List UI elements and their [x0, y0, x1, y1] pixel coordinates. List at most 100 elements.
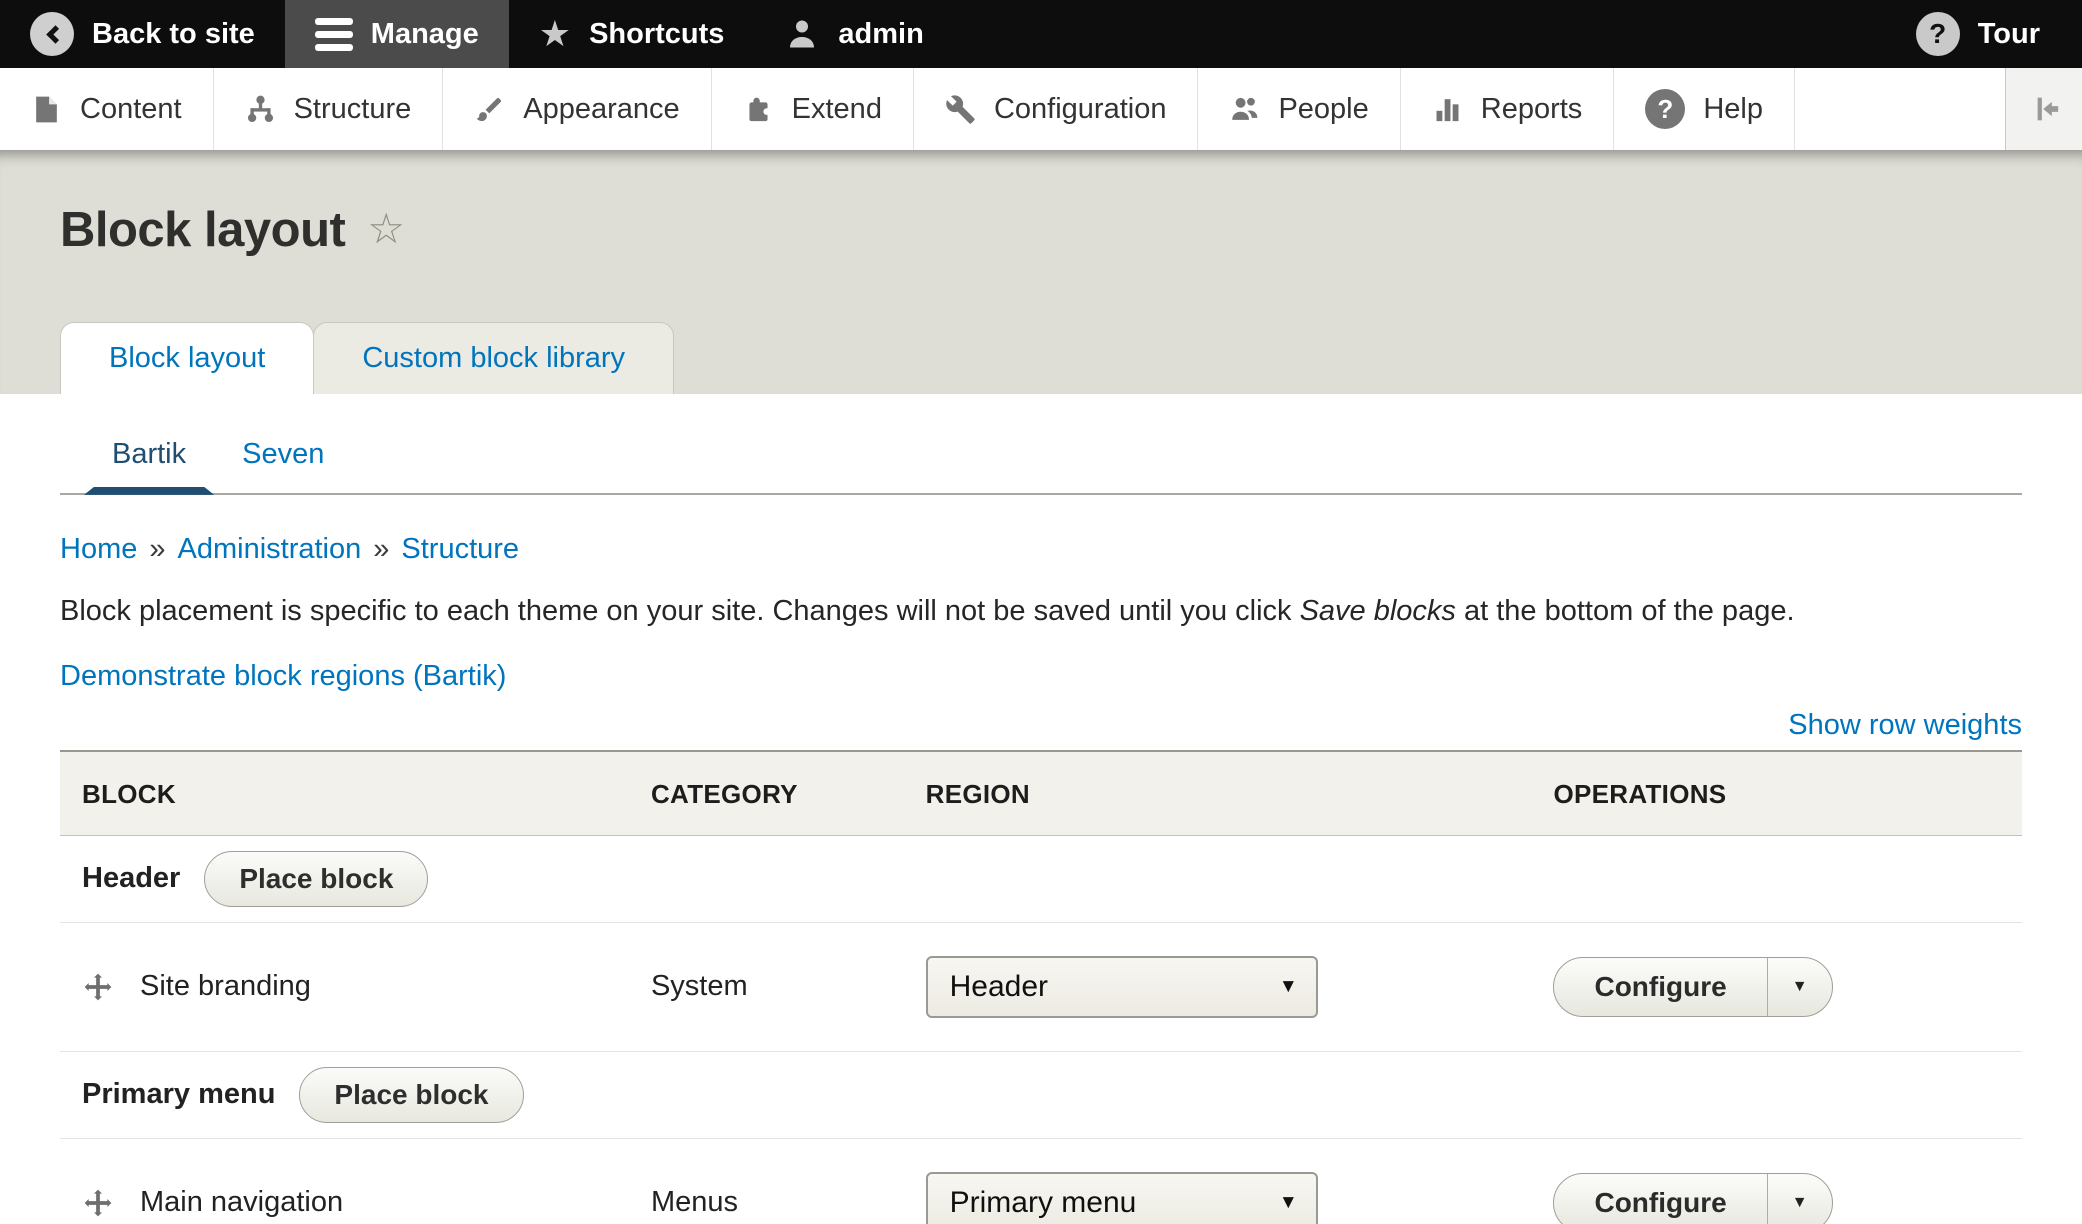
category-label: System	[651, 970, 748, 1002]
toolbar-item-label: Help	[1703, 93, 1763, 126]
region-row-primary-menu: Primary menu Place block	[60, 1051, 2022, 1138]
caret-down-icon: ▼	[1792, 1194, 1808, 1212]
toolbar-item-label: Configuration	[994, 93, 1167, 126]
tour-button[interactable]: ? Tour	[1886, 0, 2082, 68]
breadcrumb: Home » Administration » Structure	[60, 533, 2022, 566]
tab-block-layout[interactable]: Block layout	[60, 322, 314, 394]
username-label: admin	[838, 18, 923, 51]
topbar-spacer	[954, 0, 1886, 68]
block-label: Site branding	[140, 970, 311, 1003]
breadcrumb-separator: »	[373, 533, 389, 565]
collapse-left-icon	[2027, 92, 2061, 126]
main-content: Bartik Seven Home » Administration » Structu…	[0, 418, 2082, 1224]
caret-down-icon: ▼	[1792, 978, 1808, 996]
toolbar-item-label: Content	[80, 93, 182, 126]
region-label: Header	[82, 862, 180, 895]
column-header-region: REGION	[904, 751, 1532, 836]
admin-topbar: Back to site Manage ★ Shortcuts admin ? …	[0, 0, 2082, 68]
save-blocks-italic: Save blocks	[1300, 595, 1456, 627]
toolbar-item-appearance[interactable]: Appearance	[443, 68, 711, 150]
configure-button[interactable]: Configure	[1554, 958, 1766, 1016]
wrench-icon	[945, 94, 976, 125]
file-icon	[31, 94, 62, 125]
toolbar-spacer	[1795, 68, 2005, 150]
back-to-site-button[interactable]: Back to site	[0, 0, 285, 68]
show-row-weights-link[interactable]: Show row weights	[1788, 709, 2022, 741]
column-header-block: BLOCK	[60, 751, 629, 836]
toolbar-item-label: Extend	[792, 93, 882, 126]
show-row-weights-wrap: Show row weights	[60, 709, 2022, 742]
star-icon: ★	[539, 16, 571, 52]
page-header: Block layout ☆ Block layout Custom block…	[0, 150, 2082, 394]
toolbar-item-label: Structure	[294, 93, 412, 126]
column-header-operations: OPERATIONS	[1531, 751, 2022, 836]
region-select[interactable]: Header ▼	[926, 956, 1318, 1018]
toolbar-item-extend[interactable]: Extend	[712, 68, 914, 150]
chevron-left-circle-icon	[30, 12, 74, 56]
theme-tab-bartik[interactable]: Bartik	[84, 418, 214, 493]
toolbar-item-label: People	[1278, 93, 1368, 126]
breadcrumb-link-administration[interactable]: Administration	[178, 533, 362, 565]
user-icon	[784, 16, 820, 52]
primary-tabs: Block layout Custom block library	[60, 322, 2022, 394]
shortcuts-label: Shortcuts	[589, 18, 724, 51]
description-text: at the bottom of the page.	[1456, 595, 1795, 627]
block-row-site-branding: Site branding System Header ▼ Configure …	[60, 922, 2022, 1051]
toolbar-item-people[interactable]: People	[1198, 68, 1400, 150]
region-row-header: Header Place block	[60, 835, 2022, 922]
operations-dropdown-toggle[interactable]: ▼	[1767, 1174, 1832, 1224]
hamburger-icon	[315, 18, 353, 51]
puzzle-icon	[743, 94, 774, 125]
drag-handle-icon[interactable]	[82, 1187, 114, 1219]
question-circle-icon: ?	[1916, 12, 1960, 56]
place-block-button[interactable]: Place block	[204, 851, 428, 907]
toolbar-item-label: Appearance	[523, 93, 679, 126]
description-text: Block placement is specific to each them…	[60, 595, 1300, 627]
question-circle-icon: ?	[1645, 89, 1685, 129]
shortcuts-tab[interactable]: ★ Shortcuts	[509, 0, 755, 68]
manage-toolbar: Content Structure Appearance Extend Conf…	[0, 68, 2082, 150]
tour-label: Tour	[1978, 18, 2040, 51]
people-icon	[1229, 94, 1260, 125]
toolbar-collapse-button[interactable]	[2005, 68, 2082, 150]
bar-chart-icon	[1432, 94, 1463, 125]
block-label: Main navigation	[140, 1186, 343, 1219]
toolbar-item-label: Reports	[1481, 93, 1583, 126]
brush-icon	[474, 94, 505, 125]
caret-down-icon: ▼	[1279, 976, 1298, 998]
caret-down-icon: ▼	[1279, 1192, 1298, 1214]
theme-tab-seven[interactable]: Seven	[214, 418, 352, 493]
toolbar-item-configuration[interactable]: Configuration	[914, 68, 1199, 150]
sitemap-icon	[245, 94, 276, 125]
page-description: Block placement is specific to each them…	[60, 590, 2022, 632]
toolbar-item-content[interactable]: Content	[0, 68, 214, 150]
favorite-star-icon[interactable]: ☆	[367, 208, 405, 250]
toolbar-item-reports[interactable]: Reports	[1401, 68, 1615, 150]
block-row-main-navigation: Main navigation Menus Primary menu ▼ Con…	[60, 1138, 2022, 1224]
column-header-category: CATEGORY	[629, 751, 904, 836]
page-title: Block layout	[60, 204, 345, 258]
manage-label: Manage	[371, 18, 479, 51]
toolbar-item-help[interactable]: ? Help	[1614, 68, 1795, 150]
manage-tab[interactable]: Manage	[285, 0, 509, 68]
back-to-site-label: Back to site	[92, 18, 255, 51]
breadcrumb-separator: »	[149, 533, 165, 565]
region-select-value: Header	[950, 970, 1048, 1004]
demonstrate-block-regions-link[interactable]: Demonstrate block regions (Bartik)	[60, 660, 506, 693]
category-label: Menus	[651, 1186, 738, 1218]
breadcrumb-link-home[interactable]: Home	[60, 533, 137, 565]
region-label: Primary menu	[82, 1078, 275, 1111]
tab-custom-block-library[interactable]: Custom block library	[313, 322, 674, 394]
theme-tabs: Bartik Seven	[60, 418, 2022, 495]
table-header-row: BLOCK CATEGORY REGION OPERATIONS	[60, 751, 2022, 836]
blocks-table: BLOCK CATEGORY REGION OPERATIONS Header …	[60, 750, 2022, 1224]
region-select[interactable]: Primary menu ▼	[926, 1172, 1318, 1224]
toolbar-item-structure[interactable]: Structure	[214, 68, 444, 150]
operations-dropdown-toggle[interactable]: ▼	[1767, 958, 1832, 1016]
breadcrumb-link-structure[interactable]: Structure	[401, 533, 519, 565]
configure-button[interactable]: Configure	[1554, 1174, 1766, 1224]
user-menu[interactable]: admin	[754, 0, 953, 68]
drag-handle-icon[interactable]	[82, 971, 114, 1003]
configure-split-button: Configure ▼	[1553, 1173, 1832, 1224]
place-block-button[interactable]: Place block	[299, 1067, 523, 1123]
